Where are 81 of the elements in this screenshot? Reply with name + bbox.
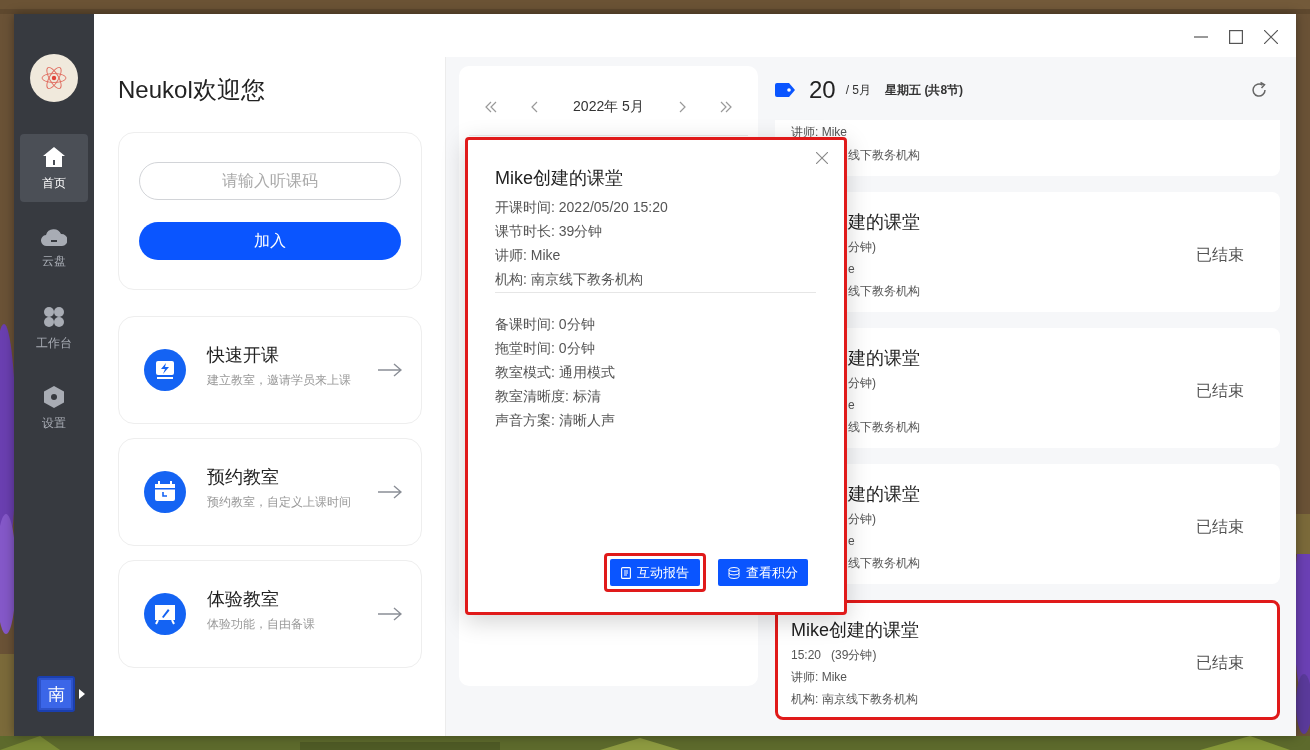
dialog-button[interactable]: 互动报告 <box>610 559 700 586</box>
monitor-icon <box>144 349 186 391</box>
maximize-icon[interactable] <box>1229 29 1243 44</box>
detail-line: 讲师: Mike <box>495 246 562 265</box>
setting-line: 拖堂时间: 0分钟 <box>495 339 596 358</box>
welcome-title: Neukol欢迎您 <box>118 75 266 105</box>
feature-title: 快速开课 <box>207 344 280 367</box>
day-number: 20 <box>809 76 836 104</box>
detail-line: 机构: 南京线下教务机构 <box>495 270 644 289</box>
class-card[interactable]: 建的课堂 分钟) e 线下教务机构 已结束 <box>847 192 1280 312</box>
join-button[interactable]: 加入 <box>139 222 401 260</box>
status-label: 已结束 <box>1196 516 1244 537</box>
close-icon[interactable] <box>1264 29 1278 44</box>
code-input-field[interactable]: 请输入听课码 <box>139 162 401 200</box>
cloud-icon <box>41 226 67 247</box>
feature-card[interactable]: 预约教室 预约教室，自定义上课时间 <box>118 438 422 546</box>
class-title: 建的课堂 <box>848 211 920 234</box>
nav-item[interactable]: 云盘 <box>20 214 88 282</box>
feature-title: 预约教室 <box>207 466 280 489</box>
class-card[interactable]: 讲师: Mike 线下教务机构 <box>775 120 1280 176</box>
feature-subtitle: 预约教室，自定义上课时间 <box>207 494 352 511</box>
organization-label: 机构: 南京线下教务机构 <box>791 691 918 708</box>
user-avatar[interactable]: 南 <box>37 676 75 712</box>
double-chevron-right-icon[interactable] <box>719 100 732 113</box>
organization-label: 线下教务机构 <box>848 419 920 436</box>
document-icon <box>621 566 631 579</box>
setting-line: 声音方案: 清晰人声 <box>495 411 616 430</box>
setting-line: 教室模式: 通用模式 <box>495 363 616 382</box>
arrow-icon <box>378 485 402 499</box>
tag-icon <box>775 83 795 97</box>
class-time: 分钟) <box>848 239 876 256</box>
class-title: Mike创建的课堂 <box>791 619 919 642</box>
dialog-button[interactable]: 查看积分 <box>718 559 808 586</box>
setting-line: 教室清晰度: 标清 <box>495 387 602 406</box>
teacher-label: 讲师: Mike <box>791 124 847 141</box>
class-time: 15:20 (39分钟) <box>791 647 877 664</box>
arrow-icon <box>378 363 402 377</box>
double-chevron-left-icon[interactable] <box>485 100 497 113</box>
class-card[interactable]: Mike创建的课堂 15:20 (39分钟) 讲师: Mike 机构: 南京线下教务机构 已结束 <box>775 600 1280 720</box>
nav-item[interactable]: 工作台 <box>20 294 88 362</box>
class-time: 分钟) <box>848 375 876 392</box>
organization-label: 线下教务机构 <box>848 283 920 300</box>
organization-label: 线下教务机构 <box>848 555 920 572</box>
status-label: 已结束 <box>1196 652 1244 673</box>
class-title: 建的课堂 <box>848 483 920 506</box>
feature-subtitle: 建立教室，邀请学员来上课 <box>207 372 352 389</box>
class-card[interactable]: 建的课堂 分钟) e 线下教务机构 已结束 <box>847 328 1280 448</box>
organization-label: 线下教务机构 <box>848 147 920 164</box>
class-card[interactable]: 建的课堂 分钟) e 线下教务机构 已结束 <box>847 464 1280 584</box>
grid-icon <box>42 304 66 329</box>
status-label: 已结束 <box>1196 380 1244 401</box>
caret-icon[interactable] <box>79 689 85 699</box>
teacher-label: e <box>848 397 855 414</box>
setting-line: 备课时间: 0分钟 <box>495 315 596 334</box>
feature-subtitle: 体验功能，自由备课 <box>207 616 316 633</box>
nav-item[interactable]: 首页 <box>20 134 88 202</box>
settings-icon <box>42 384 66 409</box>
close-icon[interactable] <box>816 152 828 164</box>
month-label: / 5月 <box>845 81 872 99</box>
atom-icon <box>41 65 67 91</box>
home-icon <box>42 144 66 169</box>
nav-item[interactable]: 设置 <box>20 374 88 442</box>
teacher-label: e <box>848 533 855 550</box>
refresh-icon[interactable] <box>1250 81 1268 99</box>
weekday-label: 星期五 (共8节) <box>885 81 964 99</box>
easel-icon <box>144 593 186 635</box>
detail-line: 课节时长: 39分钟 <box>495 222 604 241</box>
teacher-label: 讲师: Mike <box>791 669 847 686</box>
calendar-icon <box>144 471 186 513</box>
database-icon <box>728 566 740 579</box>
dialog-title: Mike创建的课堂 <box>495 167 624 190</box>
detail-line: 开课时间: 2022/05/20 15:20 <box>495 198 669 217</box>
status-label: 已结束 <box>1196 244 1244 265</box>
feature-card[interactable]: 快速开课 建立教室，邀请学员来上课 <box>118 316 422 424</box>
feature-title: 体验教室 <box>207 588 280 611</box>
arrow-icon <box>378 607 402 621</box>
feature-card[interactable]: 体验教室 体验功能，自由备课 <box>118 560 422 668</box>
teacher-label: e <box>848 261 855 278</box>
class-title: 建的课堂 <box>848 347 920 370</box>
class-time: 分钟) <box>848 511 876 528</box>
month-label: 2022年 5月 <box>573 97 644 116</box>
